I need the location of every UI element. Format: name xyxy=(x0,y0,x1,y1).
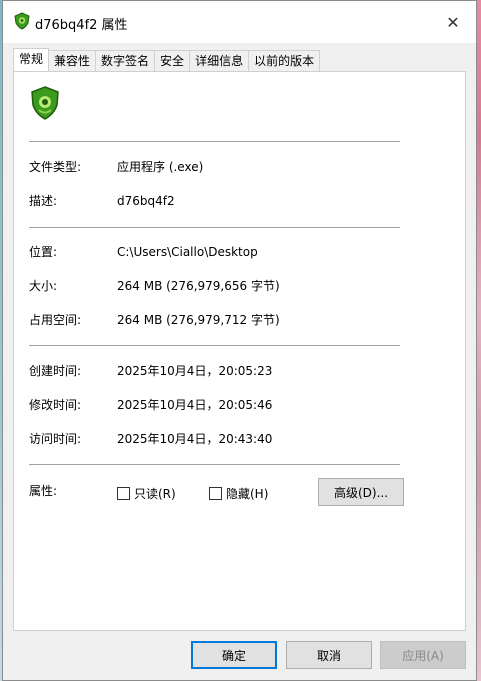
hidden-label: 隐藏(H) xyxy=(226,487,269,501)
attributes-label: 属性: xyxy=(29,484,58,498)
close-button[interactable]: ✕ xyxy=(440,10,466,34)
size-value: 264 MB (276,979,656 字节) xyxy=(117,279,280,293)
dr-web-shield-icon xyxy=(29,86,61,120)
window-title: d76bq4f2 属性 xyxy=(35,18,128,33)
ok-button[interactable]: 确定 xyxy=(191,641,277,669)
divider xyxy=(29,464,400,465)
file-type-value: 应用程序 (.exe) xyxy=(117,160,204,174)
divider xyxy=(29,345,400,346)
checkbox-box[interactable] xyxy=(209,487,222,500)
dr-web-shield-icon xyxy=(13,12,31,30)
advanced-button[interactable]: 高级(D)... xyxy=(318,478,404,506)
location-label: 位置: xyxy=(29,245,58,259)
size-on-disk-value: 264 MB (276,979,712 字节) xyxy=(117,313,280,327)
location-value: C:\Users\Ciallo\Desktop xyxy=(117,245,258,259)
tab-general[interactable]: 常规 xyxy=(13,48,50,71)
properties-dialog: d76bq4f2 属性 ✕ 常规 兼容性 数字签名 安全 详细信息 以前的版本 … xyxy=(2,0,477,681)
size-label: 大小: xyxy=(29,279,58,293)
apply-button[interactable]: 应用(A) xyxy=(380,641,466,669)
divider xyxy=(29,141,400,142)
hidden-checkbox[interactable]: 隐藏(H) xyxy=(209,485,268,502)
created-label: 创建时间: xyxy=(29,364,82,378)
tab-compatibility[interactable]: 兼容性 xyxy=(49,50,97,71)
description-value: d76bq4f2 xyxy=(117,194,175,208)
created-value: 2025年10月4日，20:05:23 xyxy=(117,364,273,378)
readonly-checkbox[interactable]: 只读(R) xyxy=(117,485,176,502)
tab-strip: 常规 兼容性 数字签名 安全 详细信息 以前的版本 xyxy=(13,48,321,71)
tab-security[interactable]: 安全 xyxy=(155,50,191,71)
file-type-label: 文件类型: xyxy=(29,160,82,174)
size-on-disk-label: 占用空间: xyxy=(29,313,82,327)
accessed-value: 2025年10月4日，20:43:40 xyxy=(117,432,273,446)
title-bar[interactable]: d76bq4f2 属性 ✕ xyxy=(3,1,476,43)
tab-digital-signatures[interactable]: 数字签名 xyxy=(96,50,156,71)
general-tab-panel: 文件类型: 应用程序 (.exe) 描述: d76bq4f2 位置: C:\Us… xyxy=(13,71,466,631)
modified-value: 2025年10月4日，20:05:46 xyxy=(117,398,273,412)
modified-label: 修改时间: xyxy=(29,398,82,412)
cancel-button[interactable]: 取消 xyxy=(286,641,372,669)
description-label: 描述: xyxy=(29,194,58,208)
tab-previous-versions[interactable]: 以前的版本 xyxy=(249,50,321,71)
readonly-label: 只读(R) xyxy=(134,487,176,501)
accessed-label: 访问时间: xyxy=(29,432,82,446)
close-icon: ✕ xyxy=(446,12,460,32)
divider xyxy=(29,227,400,228)
checkbox-box[interactable] xyxy=(117,487,130,500)
tab-details[interactable]: 详细信息 xyxy=(190,50,250,71)
